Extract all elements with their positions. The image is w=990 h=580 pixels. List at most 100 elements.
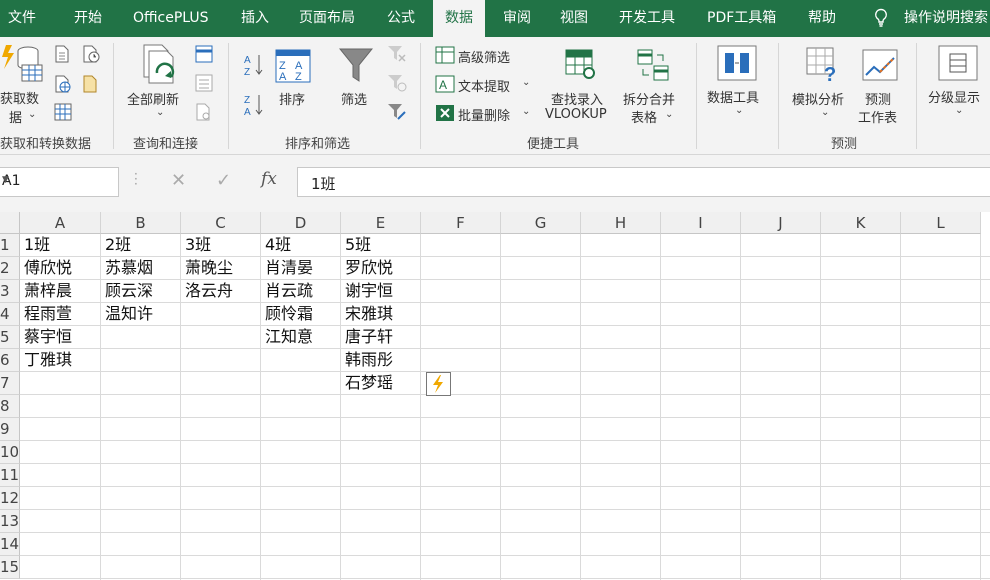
tab-formulas[interactable]: 公式 [387,0,415,37]
column-header-f[interactable]: F [421,212,501,234]
row-header-15[interactable]: 15 [0,556,20,579]
refresh-all-icon[interactable] [141,43,179,87]
filter-label[interactable]: 筛选 [341,89,367,108]
column-header-b[interactable]: B [101,212,181,234]
clear-filter-icon[interactable] [387,45,407,63]
advanced-filter-label[interactable]: 高级筛选 [458,47,510,66]
chevron-down-icon[interactable]: ⌄ [28,109,36,120]
enter-icon[interactable]: ✓ [216,170,231,191]
advanced-filter-tool-icon[interactable] [435,46,455,64]
cell-a1[interactable]: 1班 [20,234,100,257]
sort-descending-icon[interactable]: ZA [244,93,264,117]
forecast-label-1[interactable]: 预测 [865,89,891,108]
vlookup-label-2[interactable]: VLOOKUP [545,107,607,122]
row-header-11[interactable]: 11 [0,464,20,487]
column-header-a[interactable]: A [20,212,101,234]
tab-developer[interactable]: 开发工具 [619,0,675,37]
row-header-5[interactable]: 5 [0,326,20,349]
text-extract-label[interactable]: 文本提取 [458,76,510,95]
row-header-8[interactable]: 8 [0,395,20,418]
row-header-6[interactable]: 6 [0,349,20,372]
cell-c3[interactable]: 洛云舟 [181,280,261,303]
chevron-down-icon[interactable]: ⌄ [821,107,829,118]
tab-help[interactable]: 帮助 [808,0,836,37]
tab-pdf-toolbox[interactable]: PDF工具箱 [707,0,776,37]
tab-data[interactable]: 数据 [433,0,485,37]
advanced-filter-icon[interactable] [387,103,407,121]
row-header-3[interactable]: 3 [0,280,20,303]
batch-delete-label[interactable]: 批量删除 [458,105,510,124]
cell-a5[interactable]: 蔡宇恒 [20,326,100,349]
chevron-down-icon[interactable]: ⌄ [665,109,673,120]
column-header-i[interactable]: I [661,212,741,234]
get-data-label-1[interactable]: 获取数 [0,88,39,107]
split-merge-icon[interactable] [637,49,669,81]
filter-icon[interactable] [339,47,373,83]
tab-page-layout[interactable]: 页面布局 [299,0,355,37]
chevron-down-icon[interactable]: ⌄ [735,105,743,116]
chevron-down-icon[interactable]: ⌄ [522,77,530,88]
cell-a2[interactable]: 傅欣悦 [20,257,100,280]
sort-icon[interactable]: ZA AZ [275,49,311,83]
column-header-c[interactable]: C [181,212,261,234]
cell-e7[interactable]: 石梦瑶 [341,372,421,395]
row-header-2[interactable]: 2 [0,257,20,280]
tab-home[interactable]: 开始 [74,0,102,37]
outline-icon[interactable] [938,45,978,81]
column-header-d[interactable]: D [261,212,341,234]
row-header-4[interactable]: 4 [0,303,20,326]
chevron-down-icon[interactable]: ⌄ [955,105,963,116]
row-header-7[interactable]: 7 [0,372,20,395]
column-header-g[interactable]: G [501,212,581,234]
tab-officeplus[interactable]: OfficePLUS [133,0,209,37]
column-header-j[interactable]: J [741,212,821,234]
get-data-icon[interactable] [0,43,44,83]
what-if-label[interactable]: 模拟分析 [792,89,844,108]
cell-e4[interactable]: 宋雅琪 [341,303,421,326]
column-header-l[interactable]: L [901,212,981,234]
from-text-icon[interactable] [54,45,70,63]
vlookup-label-1[interactable]: 查找录入 [551,89,603,108]
column-header-h[interactable]: H [581,212,661,234]
split-merge-label-1[interactable]: 拆分合并 [623,89,675,108]
row-header-13[interactable]: 13 [0,510,20,533]
from-web-icon[interactable] [54,75,72,93]
vlookup-icon[interactable] [565,49,597,81]
formula-bar-grip-icon[interactable]: · · · [134,168,138,190]
cell-d4[interactable]: 顾怜霜 [261,303,341,326]
tab-review[interactable]: 审阅 [503,0,531,37]
column-header-e[interactable]: E [341,212,421,234]
cell-d3[interactable]: 肖云疏 [261,280,341,303]
cell-e6[interactable]: 韩雨彤 [341,349,421,372]
from-table-icon[interactable] [54,103,72,121]
cell-d5[interactable]: 江知意 [261,326,341,349]
edit-links-icon[interactable] [195,103,213,121]
forecast-sheet-icon[interactable] [862,49,898,81]
sort-label[interactable]: 排序 [279,89,305,108]
sort-ascending-icon[interactable]: AZ [244,53,264,77]
column-header-k[interactable]: K [821,212,901,234]
existing-connections-icon[interactable] [82,75,100,93]
tell-me-search[interactable]: 操作说明搜索 [904,0,988,37]
queries-connections-icon[interactable] [195,45,213,63]
row-header-12[interactable]: 12 [0,487,20,510]
forecast-label-2[interactable]: 工作表 [858,107,897,126]
formula-input[interactable]: 1班 [297,167,990,197]
chevron-down-icon[interactable]: ⌄ [522,106,530,117]
cell-b3[interactable]: 顾云深 [101,280,181,303]
cell-a3[interactable]: 萧梓晨 [20,280,100,303]
cell-a4[interactable]: 程雨萱 [20,303,100,326]
cancel-icon[interactable]: ✕ [171,170,186,191]
cell-a6[interactable]: 丁雅琪 [20,349,100,372]
row-header-10[interactable]: 10 [0,441,20,464]
get-data-label-2[interactable]: 据 [9,107,22,126]
data-tools-icon[interactable] [717,45,757,81]
chevron-down-icon[interactable]: ⌄ [156,107,164,118]
data-tools-label[interactable]: 数据工具 [707,87,759,106]
refresh-all-label[interactable]: 全部刷新 [127,89,179,108]
split-merge-label-2[interactable]: 表格 [631,107,657,126]
cell-b1[interactable]: 2班 [101,234,181,257]
cell-e3[interactable]: 谢宇恒 [341,280,421,303]
row-header-9[interactable]: 9 [0,418,20,441]
cell-c1[interactable]: 3班 [181,234,261,257]
